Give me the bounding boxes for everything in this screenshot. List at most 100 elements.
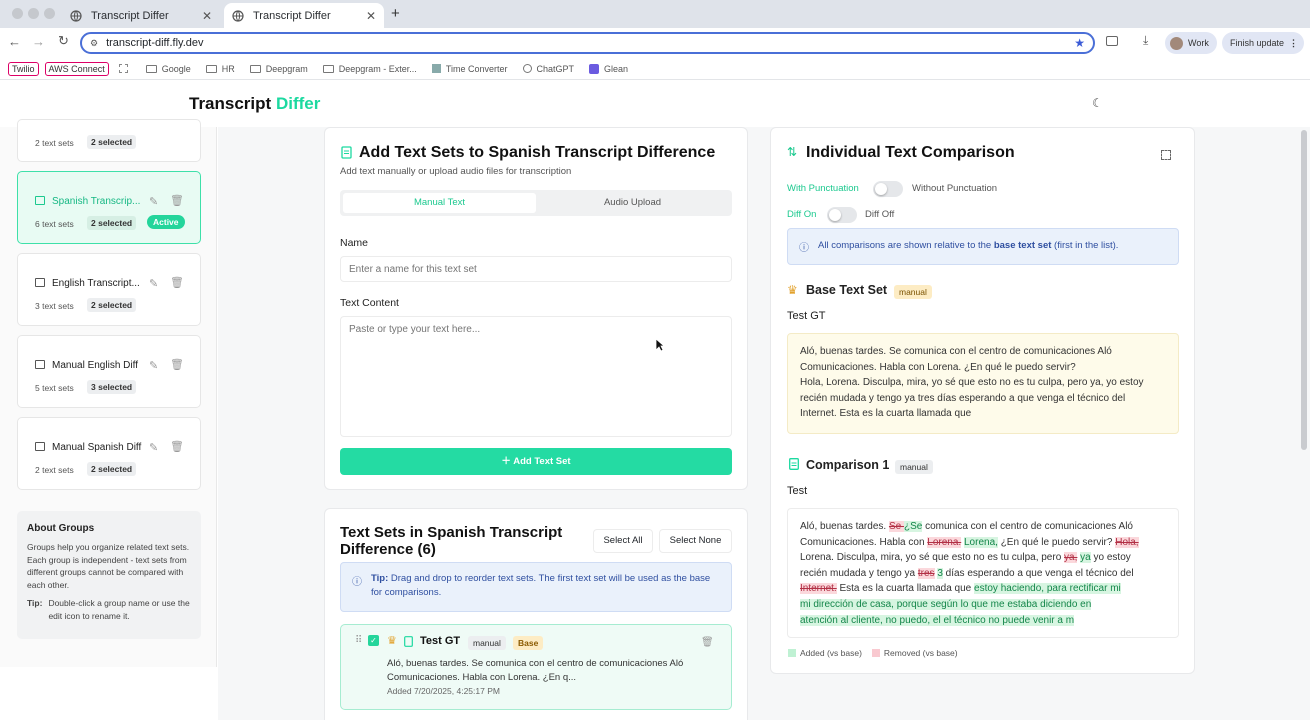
chatgpt-icon: [522, 64, 532, 73]
info-icon: ⓘ: [799, 243, 809, 254]
base-text-set-name: Test GT: [787, 310, 826, 322]
theme-toggle-moon-icon[interactable]: ☾: [1092, 96, 1103, 110]
tab-manual-text[interactable]: Manual Text: [343, 193, 536, 213]
bookmarks-bar: Twilio AWS Connect Google HR Deepgram De…: [0, 58, 1310, 80]
bookmark-time-converter[interactable]: Time Converter: [431, 64, 508, 74]
trash-icon[interactable]: 🗑: [170, 440, 184, 453]
reload-icon[interactable]: ↻: [58, 33, 69, 49]
name-input[interactable]: [340, 256, 732, 282]
bookmark-deepgram-external[interactable]: Deepgram - Exter...: [322, 64, 417, 74]
removed-segment: Hola,: [1115, 536, 1139, 548]
about-groups-title: About Groups: [27, 523, 95, 534]
trash-icon[interactable]: 🗑: [170, 194, 184, 207]
bookmark-deepgram[interactable]: Deepgram: [249, 64, 308, 74]
drag-handle-icon[interactable]: ⠿: [355, 635, 362, 646]
more-menu-icon[interactable]: ⋮: [1289, 38, 1298, 49]
added-swatch: [788, 649, 796, 657]
add-text-set-button[interactable]: ＋ Add Text Set: [340, 448, 732, 475]
active-badge: Active: [147, 215, 185, 229]
group-item-manual-english-diff[interactable]: Manual English Diff ✎ 🗑 5 text sets 3 se…: [17, 335, 201, 408]
info-icon: ⓘ: [352, 577, 362, 588]
browser-tab-2[interactable]: Transcript Differ ✕: [224, 3, 384, 28]
reading-mode-icon[interactable]: [1106, 36, 1118, 46]
base-badge: Base: [513, 636, 544, 650]
apps-grid-icon[interactable]: [118, 64, 128, 73]
download-icon[interactable]: ⤓: [1143, 33, 1148, 48]
back-icon[interactable]: ←: [8, 34, 21, 49]
tab-title: Transcript Differ: [253, 9, 331, 22]
trash-icon[interactable]: 🗑: [170, 358, 184, 371]
edit-icon[interactable]: ✎: [149, 441, 158, 454]
profile-button[interactable]: Work: [1165, 32, 1217, 54]
relative-info-box: ⓘ All comparisons are shown relative to …: [787, 228, 1179, 265]
bookmark-label: ChatGPT: [536, 63, 575, 74]
base-text-line: Aló, buenas tardes. Se comunica con el c…: [800, 346, 1112, 357]
about-groups-tip: Tip: Double-click a group name or use th…: [27, 597, 191, 622]
address-bar[interactable]: ⚙ transcript-diff.fly.dev ★: [80, 32, 1095, 54]
trash-icon[interactable]: 🗑: [701, 637, 714, 648]
minimize-window-button[interactable]: [28, 8, 39, 19]
group-selected-badge: 2 selected: [87, 135, 137, 149]
avatar: [1170, 36, 1183, 50]
bookmark-hr[interactable]: HR: [205, 64, 235, 74]
bookmark-label: Google: [161, 63, 191, 74]
base-text-line: Internet. Esta es la cuarta llamada que: [800, 408, 972, 420]
group-item-1[interactable]: 2 text sets 2 selected: [17, 119, 201, 162]
finish-update-button[interactable]: Finish update ⋮: [1222, 32, 1304, 54]
fullscreen-icon[interactable]: [1161, 150, 1171, 160]
browser-tab-1[interactable]: Transcript Differ ✕: [62, 3, 220, 28]
reorder-tip-text: Tip: Drag and drop to reorder text sets.…: [371, 572, 721, 599]
maximize-window-button[interactable]: [44, 8, 55, 19]
base-text-line: recién mudada y tengo ya tres días esper…: [800, 392, 1126, 404]
unchanged-segment: comunica con el centro de comunicaciones…: [922, 521, 1133, 532]
bookmark-google[interactable]: Google: [145, 63, 191, 74]
browser-tab-bar: Transcript Differ ✕ Transcript Differ ✕ …: [0, 0, 1310, 28]
close-tab-icon[interactable]: ✕: [366, 9, 376, 23]
tab-audio-upload[interactable]: Audio Upload: [536, 193, 729, 213]
text-content-label: Text Content: [340, 297, 399, 309]
edit-icon[interactable]: ✎: [149, 195, 158, 208]
select-checkbox[interactable]: ✓: [368, 635, 379, 646]
bookmark-glean[interactable]: Glean: [589, 63, 628, 74]
folder-icon: [35, 442, 45, 451]
unchanged-segment: días esperando a que venga el técnico de…: [942, 567, 1134, 579]
group-count: 3 text sets: [35, 301, 74, 311]
bookmark-twilio[interactable]: Twilio: [8, 61, 39, 76]
close-window-button[interactable]: [12, 8, 23, 19]
url-text: transcript-diff.fly.dev: [106, 37, 204, 49]
profile-name: Work: [1188, 38, 1209, 48]
diff-toggle[interactable]: [827, 207, 857, 223]
add-text-sets-panel: Add Text Sets to Spanish Transcript Diff…: [324, 127, 748, 490]
type-badge: manual: [468, 636, 506, 650]
add-text-set-label: Add Text Set: [513, 456, 571, 467]
edit-icon[interactable]: ✎: [149, 359, 158, 372]
trash-icon[interactable]: 🗑: [170, 276, 184, 289]
text-set-item-test-gt[interactable]: ⠿ ✓ ♛ Test GT manual Base 🗑 Aló, buenas …: [340, 624, 732, 710]
punctuation-toggle[interactable]: [873, 181, 903, 197]
diff-text-box: Aló, buenas tardes. Se ¿Se comunica con …: [787, 508, 1179, 638]
app-title: Transcript Differ: [189, 94, 320, 114]
bookmark-star-icon[interactable]: ★: [1074, 36, 1085, 50]
close-tab-icon[interactable]: ✕: [202, 9, 212, 23]
select-all-button[interactable]: Select All: [593, 529, 653, 553]
bookmark-aws-connect[interactable]: AWS Connect: [44, 61, 109, 76]
select-none-button[interactable]: Select None: [659, 529, 732, 553]
page-scrollbar[interactable]: [1301, 130, 1307, 450]
new-tab-icon[interactable]: +: [391, 5, 400, 22]
group-count: 2 text sets: [35, 465, 74, 475]
group-item-english-transcript[interactable]: English Transcript... ✎ 🗑 3 text sets 2 …: [17, 253, 201, 326]
group-item-manual-spanish-diff[interactable]: Manual Spanish Diff ✎ 🗑 2 text sets 2 se…: [17, 417, 201, 490]
unchanged-segment: Esta es la cuarta llamada que: [836, 583, 975, 595]
text-set-name: Test GT: [420, 635, 461, 647]
forward-icon[interactable]: →: [32, 34, 45, 49]
edit-icon[interactable]: ✎: [149, 277, 158, 290]
folder-icon: [205, 64, 217, 73]
legend-removed-label: Removed (vs base): [883, 648, 958, 658]
bookmark-chatgpt[interactable]: ChatGPT: [522, 63, 575, 74]
group-item-spanish-transcript[interactable]: Spanish Transcrip... ✎ 🗑 6 text sets 2 s…: [17, 171, 201, 244]
site-settings-icon[interactable]: ⚙: [90, 38, 98, 49]
text-content-textarea[interactable]: [340, 316, 732, 437]
removed-segment: tres: [917, 567, 935, 579]
added-segment: estoy haciendo, para rectificar mi: [974, 583, 1121, 595]
removed-segment: Lorena.: [927, 536, 962, 548]
